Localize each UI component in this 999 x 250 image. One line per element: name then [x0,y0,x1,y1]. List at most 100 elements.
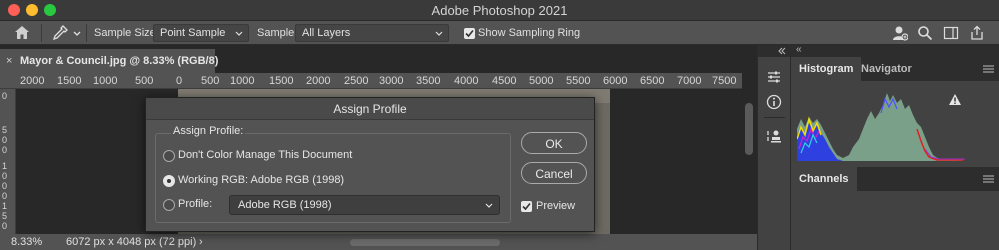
clone-source-icon[interactable] [766,128,782,144]
show-sampling-ring-label: Show Sampling Ring [478,27,581,39]
ruler-tick: 7000 [677,75,702,87]
tab-navigator[interactable]: Navigator [853,57,920,81]
vertical-ruler[interactable]: 0 5 0 0 1 0 0 0 1 5 0 [0,89,16,234]
horizontal-scrollbar-thumb[interactable] [350,239,500,246]
histogram-panel-tabs: Histogram Navigator [791,57,999,81]
options-bar: Sample Size: Point Sample Sample: All La… [0,21,999,45]
chevron-down-icon [485,203,493,208]
profile-select-value: Adobe RGB (1998) [238,199,332,211]
ruler-tick: 2000 [306,75,331,87]
show-sampling-ring-checkbox[interactable] [464,28,475,39]
profile-label[interactable]: Profile: [178,198,212,210]
profile-radio[interactable] [163,199,175,211]
ruler-tick: 5 [2,211,8,221]
collapse-panels-icon[interactable]: « [796,44,802,55]
panel-menu-icon[interactable] [983,175,994,183]
sample-select[interactable]: All Layers [295,24,449,42]
ruler-tick: 5000 [529,75,554,87]
panel-menu-icon[interactable] [983,65,994,73]
sample-size-label: Sample Size: [94,27,159,39]
ruler-tick: 6000 [603,75,628,87]
strip-header [758,45,791,57]
panels-header: « [791,44,999,57]
working-rgb-radio[interactable] [163,175,175,187]
tool-preset-chevron-down-icon[interactable] [73,31,81,37]
ruler-tick: 4500 [492,75,517,87]
ruler-tick: 0 [2,171,8,181]
separator [41,24,42,42]
app-title: Adobe Photoshop 2021 [431,3,568,18]
ruler-tick: 6500 [640,75,665,87]
group-label: Assign Profile: [171,125,246,137]
sample-label: Sample: [257,27,298,39]
search-icon[interactable] [917,25,933,41]
ruler-tick: 4000 [454,75,479,87]
home-icon[interactable] [15,26,29,39]
ok-button[interactable]: OK [521,132,587,154]
learn-user-icon[interactable] [892,25,908,41]
profile-select[interactable]: Adobe RGB (1998) [229,195,500,215]
sample-value: All Layers [302,27,351,39]
ruler-tick: 3500 [416,75,441,87]
eyedropper-tool-icon[interactable] [52,25,68,41]
ruler-tick: 1000 [230,75,255,87]
document-tab[interactable]: × Mayor & Council.jpg @ 8.33% (RGB/8) [0,49,219,73]
title-bar: Adobe Photoshop 2021 [0,0,999,21]
separator [764,117,785,118]
histogram-graph [797,93,965,161]
ruler-tick: 0 [2,91,8,101]
ruler-tick: 0 [2,145,8,155]
ruler-tick: 0 [176,75,183,87]
document-info: 6072 px x 4048 px (72 ppi) [66,236,197,248]
vertical-scrollbar[interactable] [742,73,757,234]
checkmark-icon [522,202,531,211]
checkmark-icon [465,29,474,38]
preview-checkbox[interactable] [521,201,532,212]
ruler-tick: 500 [201,75,220,87]
assign-profile-dialog: Assign Profile Assign Profile: Don't Col… [145,97,595,232]
sample-size-value: Point Sample [160,27,226,39]
ruler-tick: 3000 [379,75,404,87]
ruler-tick: 1500 [269,75,294,87]
collapse-icon[interactable] [778,47,786,55]
ruler-tick: 1000 [93,75,118,87]
document-tab-bar: × Mayor & Council.jpg @ 8.33% (RGB/8) [0,45,757,73]
channels-panel-tabs: Channels [791,167,999,191]
ruler-tick: 0 [2,135,8,145]
ruler-tick: 0 [2,191,8,201]
sample-size-select[interactable]: Point Sample [153,24,249,42]
dont-color-manage-radio[interactable] [163,150,175,162]
status-menu-arrow-icon[interactable]: › [199,236,203,248]
chevron-down-icon [235,31,243,36]
ruler-tick: 5 [2,125,8,135]
workspace-icon[interactable] [943,25,959,41]
ruler-tick: 0 [2,181,8,191]
ruler-tick: 500 [135,75,154,87]
panel-icon-strip [757,45,791,250]
zoom-level[interactable]: 8.33% [11,236,42,248]
adjustments-icon[interactable] [766,69,782,85]
ruler-tick: 1500 [57,75,82,87]
ruler-tick: 1 [2,201,8,211]
tab-histogram[interactable]: Histogram [791,57,862,81]
vertical-scrollbar-thumb[interactable] [745,103,753,155]
preview-label[interactable]: Preview [536,200,575,212]
working-rgb-label[interactable]: Working RGB: Adobe RGB (1998) [178,174,344,186]
ruler-tick: 2000 [20,75,45,87]
ruler-tick: 7500 [712,75,737,87]
close-tab-icon[interactable]: × [6,55,12,67]
tab-channels[interactable]: Channels [791,167,857,191]
dialog-title: Assign Profile [146,98,594,120]
document-tab-title: Mayor & Council.jpg @ 8.33% (RGB/8) [20,55,219,67]
separator [86,24,87,42]
dont-color-manage-label[interactable]: Don't Color Manage This Document [178,149,352,161]
right-panels: « Histogram Navigator Channels [790,44,999,250]
share-icon[interactable] [969,25,985,41]
cancel-button[interactable]: Cancel [521,162,587,184]
status-bar: 8.33% 6072 px x 4048 px (72 ppi) › [0,234,757,250]
ruler-tick: 1 [2,161,8,171]
info-icon[interactable] [766,94,782,110]
ruler-tick: 5500 [566,75,591,87]
ruler-tick: 2500 [344,75,369,87]
horizontal-ruler[interactable]: 2000 1500 1000 500 0 500 1000 1500 2000 … [0,73,742,89]
